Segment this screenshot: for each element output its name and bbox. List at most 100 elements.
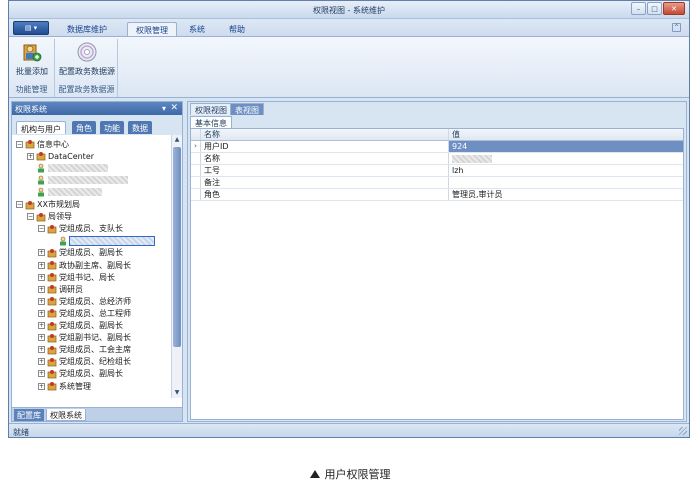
tab-database-maintenance[interactable]: 数据库维护 (59, 22, 115, 36)
window-controls: – □ ✕ (631, 2, 685, 15)
field-value[interactable]: 管理员,审计员 (449, 189, 683, 200)
configure-data-source-button[interactable]: 配置政务数据源 (58, 41, 116, 77)
application-menu-button[interactable]: ▤ ▾ (13, 21, 49, 35)
column-header-value[interactable]: 值 (449, 129, 683, 140)
grid-header: 名称 值 (191, 129, 683, 141)
caption-text: 用户权限管理 (324, 468, 391, 481)
scroll-down-icon[interactable]: ▼ (172, 388, 182, 398)
screenshot-stage: 权限视图 - 系统维护 – □ ✕ ▤ ▾ 数据库维护 权限管理 系统 帮助 ^ (0, 0, 700, 482)
organization-icon (47, 297, 57, 306)
expand-toggle-icon[interactable]: + (38, 358, 45, 366)
expand-toggle-icon[interactable]: + (38, 297, 45, 305)
tree-org-node[interactable]: − 局领导 (27, 211, 72, 223)
expand-toggle-icon[interactable]: − (16, 140, 23, 148)
resize-grip-icon[interactable] (679, 427, 687, 435)
tab-system[interactable]: 系统 (181, 22, 213, 36)
expand-toggle-icon[interactable]: + (38, 261, 45, 269)
tab-permission-management[interactable]: 权限管理 (127, 22, 177, 36)
tree-org-node[interactable]: + 党组副书记、副局长 (38, 332, 131, 344)
user-icon (38, 188, 44, 197)
tab-table-view[interactable]: 表视图 (230, 103, 264, 115)
batch-add-button[interactable]: 批量添加 (11, 41, 53, 77)
scroll-up-icon[interactable]: ▲ (172, 135, 182, 145)
minimize-button[interactable]: – (631, 2, 646, 15)
ribbon-collapse-icon[interactable]: ^ (672, 23, 681, 32)
expand-toggle-icon[interactable]: + (38, 322, 45, 329)
tree-org-node[interactable]: + 党组书记、局长 (38, 271, 115, 283)
tree-org-node[interactable]: + 党组成员、副局长 (38, 320, 123, 332)
maximize-button[interactable]: □ (647, 2, 662, 15)
tab-config-library[interactable]: 配置库 (14, 409, 44, 421)
tab-help[interactable]: 帮助 (221, 22, 253, 36)
tab-org-and-users[interactable]: 机构与用户 (16, 121, 66, 134)
field-value[interactable] (449, 177, 683, 188)
grid-row[interactable]: 工号 lzh (191, 165, 683, 177)
expand-toggle-icon[interactable]: + (38, 309, 45, 317)
tree-user-node[interactable] (27, 174, 128, 186)
grid-row[interactable]: › 用户ID 924 (191, 141, 683, 153)
expand-toggle-icon[interactable]: + (38, 334, 45, 342)
tab-permission-system[interactable]: 权限系统 (46, 409, 86, 421)
user-icon (38, 175, 44, 185)
expand-toggle-icon[interactable]: + (38, 273, 45, 281)
tree-node-label: 党组书记、局长 (59, 272, 115, 282)
ribbon-tab-bar: ▤ ▾ 数据库维护 权限管理 系统 帮助 ^ (9, 19, 689, 36)
expand-toggle-icon[interactable]: − (38, 225, 45, 233)
expand-toggle-icon[interactable]: − (27, 213, 34, 221)
tree-node-label: DataCenter (48, 151, 95, 161)
organization-icon (25, 140, 35, 149)
field-name: 用户ID (201, 141, 449, 152)
tree-user-node[interactable] (49, 235, 155, 247)
tree-node-label: 局领导 (48, 212, 72, 222)
tab-permission-view[interactable]: 权限视图 (190, 103, 232, 115)
field-name: 角色 (201, 189, 449, 200)
tree-org-node[interactable]: + 政协副主席、副局长 (38, 259, 131, 271)
organization-icon (47, 321, 57, 330)
tab-functions[interactable]: 功能 (100, 121, 124, 134)
redacted-name (69, 235, 155, 246)
field-value[interactable]: lzh (449, 165, 683, 176)
tree-org-node[interactable]: − 党组成员、支队长 (38, 223, 123, 235)
tree-user-node[interactable] (27, 186, 102, 198)
ribbon-group-function-management: 批量添加 功能管理 (9, 39, 55, 97)
expand-toggle-icon[interactable]: + (38, 285, 45, 293)
user-icon (38, 163, 44, 173)
organization-icon (47, 261, 57, 270)
tree-org-node[interactable]: + DataCenter (27, 150, 94, 162)
tree-org-node[interactable]: + 党组成员、副局长 (38, 247, 123, 259)
tab-data[interactable]: 数据 (128, 121, 152, 134)
close-button[interactable]: ✕ (663, 2, 685, 15)
tree-node-label: 党组成员、副局长 (59, 321, 123, 330)
expand-toggle-icon[interactable]: + (38, 370, 45, 378)
tree-org-node[interactable]: − 信息中心 (16, 138, 69, 150)
grid-row[interactable]: 备注 (191, 177, 683, 189)
tree-org-node[interactable]: + 党组成员、总工程师 (38, 307, 131, 319)
tree-org-node[interactable]: − XX市规划局 (16, 199, 80, 211)
field-value[interactable] (449, 153, 683, 164)
tree-scrollbar[interactable]: ▲ ▼ (171, 135, 182, 398)
expand-toggle-icon[interactable]: − (16, 201, 23, 208)
expand-toggle-icon[interactable]: + (38, 382, 45, 390)
redacted-name (48, 164, 108, 173)
tree-org-node[interactable]: + 调研员 (38, 283, 83, 295)
tree-org-node[interactable]: + 系统管理 (38, 380, 91, 392)
tab-basic-info[interactable]: 基本信息 (190, 116, 232, 128)
column-header-name[interactable]: 名称 (201, 129, 449, 140)
field-value[interactable]: 924 (449, 141, 683, 152)
tree-node-label: 党组成员、副局长 (59, 248, 123, 258)
scrollbar-thumb[interactable] (173, 147, 181, 347)
tab-roles[interactable]: 角色 (72, 121, 96, 134)
tree-org-node[interactable]: + 党组成员、纪检组长 (38, 356, 131, 368)
tree-org-node[interactable]: + 党组成员、副局长 (38, 368, 123, 380)
grid-row[interactable]: 角色 管理员,审计员 (191, 189, 683, 201)
expand-toggle-icon[interactable]: + (38, 249, 45, 257)
tree-org-node[interactable]: + 党组成员、总经济师 (38, 295, 131, 307)
org-tree: − 信息中心 + DataCenter − XX市规划局 − 局领导 − 党组成员、支队长 + 党组成… (12, 135, 172, 398)
expand-toggle-icon[interactable]: + (38, 346, 45, 354)
tree-user-node[interactable] (27, 162, 108, 174)
tree-org-node[interactable]: + 党组成员、工会主席 (38, 344, 131, 356)
grid-row[interactable]: 名称 (191, 153, 683, 165)
pin-icon[interactable]: ▾ (162, 104, 166, 113)
expand-toggle-icon[interactable]: + (27, 152, 34, 160)
close-icon[interactable]: ✕ (170, 103, 178, 113)
